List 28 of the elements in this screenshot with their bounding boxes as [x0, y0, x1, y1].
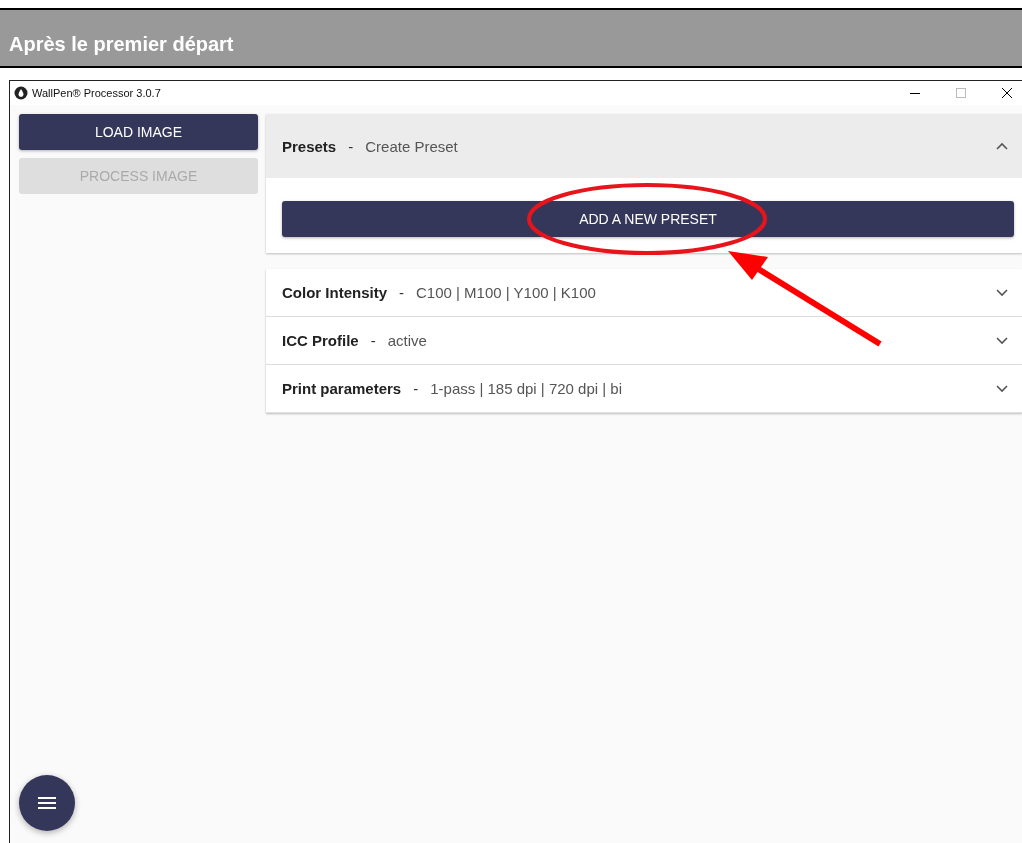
- window-title: WallPen® Processor 3.0.7: [32, 87, 161, 99]
- panel-summary: C100 | M100 | Y100 | K100: [416, 284, 596, 301]
- panel-summary: active: [387, 332, 427, 349]
- panel-summary: 1-pass | 185 dpi | 720 dpi | bi: [430, 380, 623, 397]
- chevron-down-icon[interactable]: [996, 288, 1008, 297]
- dash-separator: -: [413, 380, 419, 397]
- panel-title: Print parameters: [282, 380, 402, 397]
- drop-logo-icon: [14, 86, 28, 100]
- chevron-up-icon[interactable]: [996, 142, 1008, 150]
- chevron-down-icon[interactable]: [996, 336, 1008, 345]
- panel-header[interactable]: Color Intensity - C100 | M100 | Y100 | K100: [266, 269, 1022, 316]
- dash-separator: -: [348, 137, 354, 155]
- section-heading: Après le premier départ: [9, 33, 234, 56]
- panel-title: ICC Profile: [282, 332, 359, 349]
- dash-separator: -: [399, 284, 404, 301]
- panel-header[interactable]: Presets - Create Preset: [266, 114, 1022, 178]
- panel-header[interactable]: ICC Profile - active: [266, 317, 1022, 364]
- menu-fab[interactable]: [19, 775, 75, 831]
- chevron-down-icon[interactable]: [996, 384, 1008, 393]
- dash-separator: -: [370, 332, 376, 349]
- panel-title: Color Intensity: [282, 284, 387, 301]
- add-preset-button[interactable]: ADD A NEW PRESET: [282, 201, 1014, 237]
- load-image-button[interactable]: LOAD IMAGE: [19, 114, 258, 150]
- panel-title: Presets: [282, 137, 337, 155]
- panel-header[interactable]: Print parameters - 1-pass | 185 dpi | 720 dpi | bi: [266, 365, 1022, 412]
- menu-icon: [38, 797, 56, 809]
- close-icon[interactable]: [1002, 88, 1012, 98]
- panel-summary: Create Preset: [365, 137, 458, 155]
